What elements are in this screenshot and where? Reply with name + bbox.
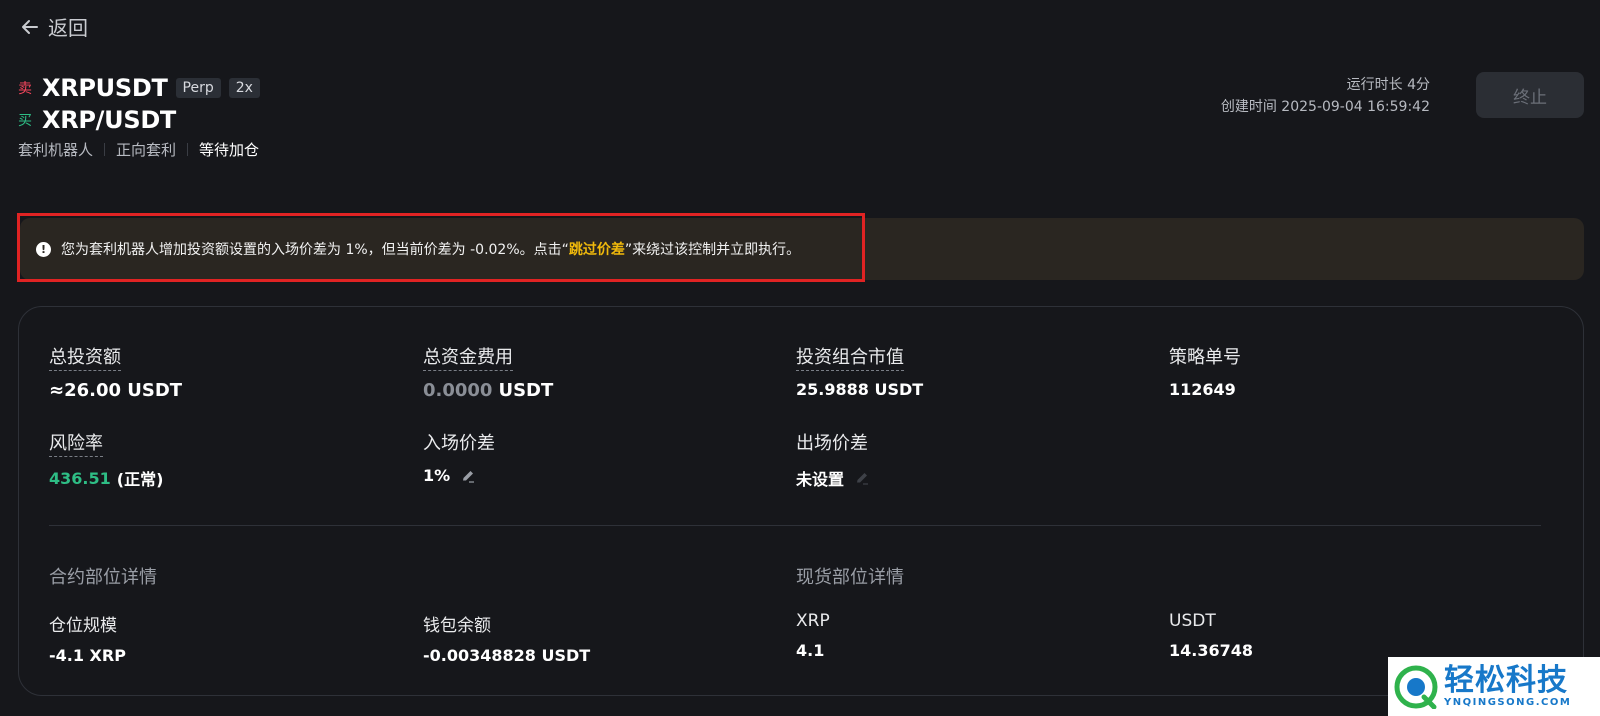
edit-icon-disabled [857,473,869,485]
position-size-label: 仓位规模 [49,616,117,636]
watermark-text: 轻松科技 YNQINGSONG.COM [1444,663,1572,709]
section-divider [49,525,1541,526]
spot-usdt-label: USDT [1169,611,1216,631]
spot-xrp-value: 4.1 [796,641,825,660]
wallet-balance-stat: 钱包余额 -0.00348828 USDT [423,611,590,665]
sell-pair: 卖 XRPUSDT Perp 2x [18,74,260,102]
exit-spread-label: 出场价差 [796,433,868,454]
bot-type: 套利机器人 [18,141,94,159]
buy-pair: 买 XRP/USDT [18,106,176,134]
strategy-id-value: 112649 [1169,380,1236,399]
spot-xrp-stat: XRP 4.1 [796,611,830,660]
edit-icon[interactable] [460,468,476,484]
portfolio-value-stat: 投资组合市值 25.9888 USDT [796,343,923,399]
spot-usdt-value: 14.36748 [1169,641,1254,660]
back-button[interactable]: 返回 [20,12,88,41]
exit-spread-value: 未设置 [796,470,845,489]
watermark-cn: 轻松科技 [1444,663,1568,698]
spot-section-title: 现货部位详情 [796,567,904,588]
strategy-id-label: 策略单号 [1169,347,1241,368]
total-funding-fee-label[interactable]: 总资金费用 [423,347,513,371]
portfolio-value-label[interactable]: 投资组合市值 [796,347,904,371]
stop-button[interactable]: 终止 [1476,72,1584,118]
futures-section-title: 合约部位详情 [49,567,157,588]
watermark: 轻松科技 YNQINGSONG.COM [1388,657,1600,716]
meta-divider [187,143,189,156]
position-size-stat: 仓位规模 -4.1 XRP [49,611,126,665]
run-time: 运行时长 4分 [1346,77,1430,93]
details-card: 总投资额 ≈26.00 USDT 总资金费用 0.0000 USDT 投资组合市值… [18,306,1584,696]
portfolio-value-value: 25.9888 USDT [796,380,924,399]
funding-fee-amount: 0.0000 [423,380,493,401]
sell-symbol: XRPUSDT [42,74,168,102]
buy-symbol: XRP/USDT [42,106,177,134]
risk-rate-label[interactable]: 风险率 [49,433,103,457]
spot-usdt-stat: USDT 14.36748 [1169,611,1253,660]
strategy-id-stat: 策略单号 112649 [1169,343,1241,399]
run-info: 运行时长 4分 创建时间 2025-09-04 16:59:42 [1221,74,1430,118]
risk-rate-status: (正常) [116,470,164,489]
entry-spread-label: 入场价差 [423,433,495,454]
spot-xrp-label: XRP [796,611,830,631]
watermark-en: YNQINGSONG.COM [1444,697,1572,708]
created-time: 创建时间 2025-09-04 16:59:42 [1220,99,1430,115]
leverage-tag: 2x [228,78,260,98]
watermark-logo-icon [1394,665,1438,709]
funding-fee-unit: USDT [498,380,554,401]
back-label: 返回 [48,16,88,40]
total-investment-stat: 总投资额 ≈26.00 USDT [49,343,182,401]
perp-tag: Perp [175,78,221,98]
entry-spread-stat: 入场价差 1% [423,429,495,485]
entry-spread-value: 1% [423,466,451,485]
arbitrage-direction: 正向套利 [116,141,177,159]
risk-rate-number: 436.51 [49,468,111,488]
total-funding-fee-stat: 总资金费用 0.0000 USDT [423,343,553,401]
wallet-balance-value: -0.00348828 USDT [423,646,591,665]
total-investment-label[interactable]: 总投资额 [49,347,121,371]
sell-side-label: 卖 [18,81,32,97]
bot-status: 等待加仓 [199,141,260,159]
arrow-left-icon [22,19,38,34]
buy-side-label: 买 [18,113,32,129]
meta-divider [104,143,106,156]
risk-rate-stat: 风险率 436.51 (正常) [49,429,163,490]
position-size-value: -4.1 XRP [49,646,126,665]
wallet-balance-label: 钱包余额 [423,616,491,636]
bot-meta: 套利机器人 正向套利 等待加仓 [18,139,259,160]
highlight-box [17,213,865,282]
total-investment-value: ≈26.00 USDT [49,380,183,401]
exit-spread-stat: 出场价差 未设置 [796,429,870,490]
